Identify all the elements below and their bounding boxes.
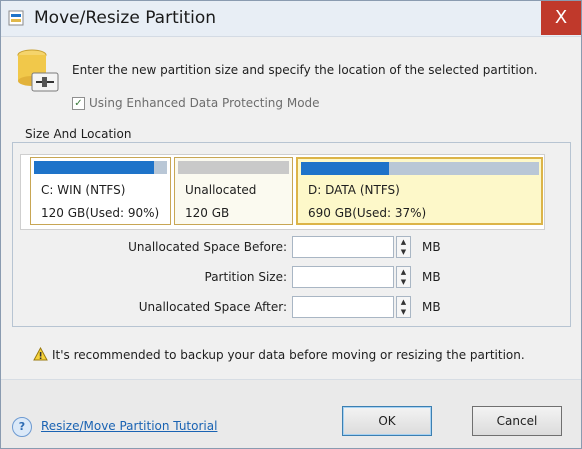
spin-up-icon[interactable]: ▲ xyxy=(397,237,410,247)
move-resize-dialog: Move/Resize Partition X Enter the new pa… xyxy=(0,0,582,449)
cancel-button[interactable]: Cancel xyxy=(472,406,562,436)
field-after-row: Unallocated Space After: ▲ ▼ MB xyxy=(1,296,581,320)
help-icon[interactable]: ? xyxy=(12,417,32,437)
partition-d-name: D: DATA (NTFS) xyxy=(308,183,400,197)
field-size-label: Partition Size: xyxy=(204,270,288,284)
partition-c[interactable]: C: WIN (NTFS) 120 GB(Used: 90%) xyxy=(30,157,171,225)
warning-icon xyxy=(33,347,48,361)
partition-unallocated-detail: 120 GB xyxy=(185,206,230,220)
field-size-row: Partition Size: ▲ ▼ MB xyxy=(1,266,581,290)
partition-unallocated[interactable]: Unallocated 120 GB xyxy=(174,157,293,225)
field-size-unit: MB xyxy=(422,270,441,284)
partition-d[interactable]: D: DATA (NTFS) 690 GB(Used: 37%) xyxy=(296,157,543,225)
partition-unallocated-name: Unallocated xyxy=(185,183,257,197)
field-after-label: Unallocated Space After: xyxy=(138,300,287,314)
field-before-unit: MB xyxy=(422,240,441,254)
field-before-row: Unallocated Space Before: ▲ ▼ MB xyxy=(1,236,581,260)
close-icon: X xyxy=(554,7,568,28)
partition-size-spinner[interactable]: ▲ ▼ xyxy=(396,266,411,288)
unallocated-before-input[interactable] xyxy=(292,236,394,258)
field-before-label: Unallocated Space Before: xyxy=(128,240,287,254)
dialog-title: Move/Resize Partition xyxy=(34,8,217,28)
warning-text: It's recommended to backup your data bef… xyxy=(52,348,525,362)
unallocated-after-input[interactable] xyxy=(292,296,394,318)
partition-c-detail: 120 GB(Used: 90%) xyxy=(41,206,160,220)
partition-c-name: C: WIN (NTFS) xyxy=(41,183,126,197)
tutorial-link[interactable]: Resize/Move Partition Tutorial xyxy=(41,419,217,433)
spin-down-icon[interactable]: ▼ xyxy=(397,247,410,257)
spin-up-icon[interactable]: ▲ xyxy=(397,267,410,277)
app-icon xyxy=(8,10,24,26)
dialog-footer: ? Resize/Move Partition Tutorial OK Canc… xyxy=(1,380,581,448)
partition-d-detail: 690 GB(Used: 37%) xyxy=(308,206,427,220)
spin-up-icon[interactable]: ▲ xyxy=(397,297,410,307)
field-after-unit: MB xyxy=(422,300,441,314)
close-button[interactable]: X xyxy=(541,1,581,35)
enhanced-protect-checkbox[interactable]: ✓ xyxy=(72,97,85,110)
ok-button[interactable]: OK xyxy=(342,406,432,436)
enhanced-protect-label: Using Enhanced Data Protecting Mode xyxy=(89,96,320,110)
partition-resize-icon xyxy=(17,49,59,92)
partition-size-input[interactable] xyxy=(292,266,394,288)
spin-down-icon[interactable]: ▼ xyxy=(397,277,410,287)
size-location-label: Size And Location xyxy=(23,127,134,141)
disk-map: C: WIN (NTFS) 120 GB(Used: 90%) Unalloca… xyxy=(20,154,545,230)
partition-c-usage-bar xyxy=(34,161,154,174)
spin-down-icon[interactable]: ▼ xyxy=(397,307,410,317)
partition-d-usage-bar xyxy=(301,162,389,175)
instruction-text: Enter the new partition size and specify… xyxy=(72,63,538,77)
title-bar: Move/Resize Partition X xyxy=(1,1,581,37)
unallocated-after-spinner[interactable]: ▲ ▼ xyxy=(396,296,411,318)
unallocated-before-spinner[interactable]: ▲ ▼ xyxy=(396,236,411,258)
